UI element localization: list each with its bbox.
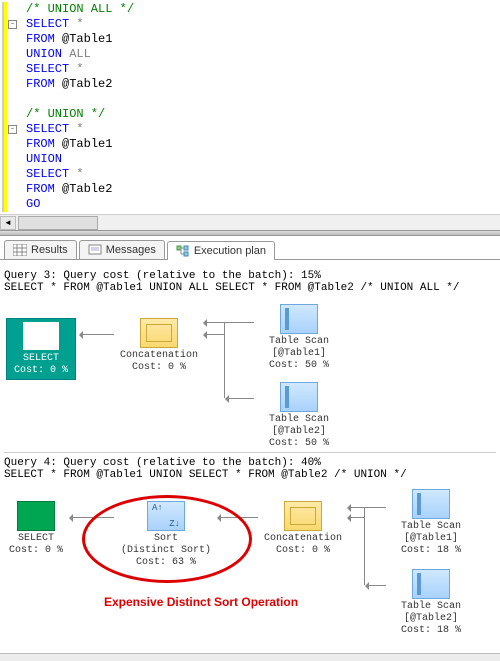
op-table-scan-1[interactable]: Table Scan [@Table1] Cost: 50 % — [254, 304, 344, 372]
query4-header: Query 4: Query cost (relative to the bat… — [4, 457, 496, 481]
query3-header: Query 3: Query cost (relative to the bat… — [4, 270, 496, 294]
op-select[interactable]: SELECT Cost: 0 % — [4, 501, 68, 557]
op-cost: Cost: 18 % — [386, 545, 476, 557]
op-table-scan-2[interactable]: Table Scan [@Table2] Cost: 18 % — [386, 569, 476, 637]
connector — [204, 322, 254, 323]
grid-icon — [13, 244, 27, 256]
op-table-scan-2[interactable]: Table Scan [@Table2] Cost: 50 % — [254, 382, 344, 450]
tab-label: Execution plan — [194, 245, 266, 257]
scroll-thumb[interactable] — [18, 216, 98, 230]
query-sql-text: SELECT * FROM @Table1 UNION ALL SELECT *… — [4, 282, 496, 294]
op-cost: Cost: 0 % — [258, 545, 348, 557]
tab-label: Messages — [106, 244, 156, 256]
op-cost: Cost: 0 % — [114, 362, 204, 374]
message-icon — [88, 244, 102, 256]
connector — [80, 334, 114, 335]
connector — [348, 507, 386, 508]
op-sub: [@Table2] — [386, 613, 476, 625]
table-scan-icon — [280, 304, 318, 334]
concatenation-icon — [284, 501, 322, 531]
concatenation-icon — [140, 318, 178, 348]
divider — [4, 452, 496, 453]
tab-results[interactable]: Results — [4, 240, 77, 259]
table-scan-icon — [412, 569, 450, 599]
op-cost: Cost: 0 % — [9, 365, 73, 377]
tab-label: Results — [31, 244, 68, 256]
connector — [224, 322, 225, 398]
op-label: Table Scan — [254, 414, 344, 426]
annotation-text: Expensive Distinct Sort Operation — [104, 595, 298, 609]
execution-plan-pane[interactable]: Query 3: Query cost (relative to the bat… — [0, 260, 500, 653]
op-label: SELECT — [4, 533, 68, 545]
query-cost-text: Query 4: Query cost (relative to the bat… — [4, 457, 496, 469]
op-label: Table Scan — [254, 336, 344, 348]
op-label: Table Scan — [386, 601, 476, 613]
scroll-left-icon[interactable]: ◄ — [0, 216, 16, 230]
plan-icon — [176, 245, 190, 257]
select-icon — [22, 321, 60, 351]
connector — [364, 507, 365, 585]
query-sql-text: SELECT * FROM @Table1 UNION SELECT * FRO… — [4, 469, 496, 481]
op-cost: Cost: 18 % — [386, 625, 476, 637]
connector — [366, 585, 386, 586]
query-cost-text: Query 3: Query cost (relative to the bat… — [4, 270, 496, 282]
op-sub: [@Table1] — [386, 533, 476, 545]
query3-diagram: SELECT Cost: 0 % Concatenation Cost: 0 %… — [4, 300, 496, 450]
op-label: SELECT — [9, 353, 73, 365]
op-label: Table Scan — [386, 521, 476, 533]
op-cost: Cost: 0 % — [4, 545, 68, 557]
select-icon — [17, 501, 55, 531]
status-bar — [0, 653, 500, 661]
tab-execution-plan[interactable]: Execution plan — [167, 241, 275, 260]
op-cost: Cost: 50 % — [254, 438, 344, 450]
op-sub: [@Table2] — [254, 426, 344, 438]
query4-diagram: SELECT Cost: 0 % Sort (Distinct Sort) Co… — [4, 487, 496, 647]
connector — [348, 517, 364, 518]
op-select[interactable]: SELECT Cost: 0 % — [6, 318, 76, 380]
editor-scrollbar[interactable]: ◄ — [0, 214, 500, 230]
connector — [226, 398, 254, 399]
results-tabbar: Results Messages Execution plan — [0, 236, 500, 260]
op-cost: Cost: 50 % — [254, 360, 344, 372]
tab-messages[interactable]: Messages — [79, 240, 165, 259]
op-concatenation[interactable]: Concatenation Cost: 0 % — [114, 318, 204, 374]
highlight-ellipse — [82, 495, 252, 583]
table-scan-icon — [412, 489, 450, 519]
op-sub: [@Table1] — [254, 348, 344, 360]
connector — [204, 334, 224, 335]
op-concatenation[interactable]: Concatenation Cost: 0 % — [258, 501, 348, 557]
op-label: Concatenation — [114, 350, 204, 362]
sql-editor[interactable]: /* UNION ALL */-SELECT *FROM @Table1UNIO… — [0, 0, 500, 214]
table-scan-icon — [280, 382, 318, 412]
op-label: Concatenation — [258, 533, 348, 545]
op-table-scan-1[interactable]: Table Scan [@Table1] Cost: 18 % — [386, 489, 476, 557]
